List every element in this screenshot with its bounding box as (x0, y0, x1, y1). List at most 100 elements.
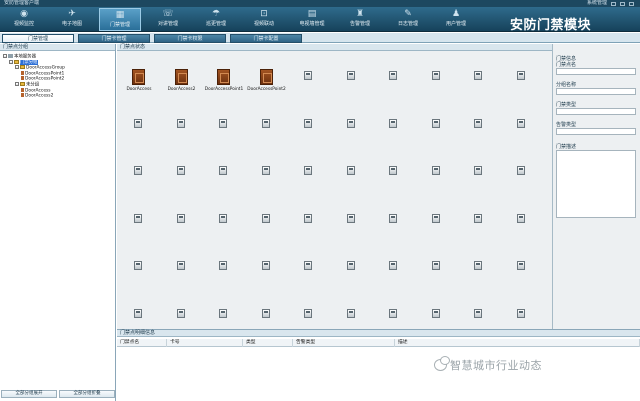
door-type-field[interactable] (556, 108, 636, 115)
column-header[interactable]: 类型 (243, 339, 293, 347)
empty-slot[interactable] (502, 67, 542, 97)
empty-slot[interactable] (247, 162, 287, 192)
empty-slot[interactable] (289, 162, 329, 192)
toolbar-user[interactable]: ♟ 用户管理 (435, 8, 477, 31)
expand-all-button[interactable]: 全部分组展开 (1, 390, 57, 398)
tab-door-management[interactable]: 门禁管理 (2, 34, 74, 43)
column-header[interactable]: 描述 (395, 339, 640, 347)
empty-slot[interactable] (502, 162, 542, 192)
door-description-field[interactable] (556, 150, 636, 218)
device-slot-icon (516, 308, 525, 318)
device-slot-icon (261, 118, 270, 128)
main-toolbar: ◉ 视频监控 ✈ 电子地图 ▦ 门禁管理 ☏ 对讲管理 ☂ 巡更管理 ⊡ 视频联… (0, 7, 640, 33)
toolbar-door-access[interactable]: ▦ 门禁管理 (99, 8, 141, 31)
maximize-button[interactable] (620, 1, 625, 6)
empty-slot[interactable] (374, 162, 414, 192)
device-slot-icon (346, 71, 355, 80)
empty-slot[interactable] (332, 162, 372, 192)
door-point[interactable]: DoorAccess (119, 67, 159, 97)
empty-slot[interactable] (247, 210, 287, 240)
watermark-text: 智慧城市行业动态 (450, 359, 542, 372)
expand-toggle-icon[interactable]: - (15, 65, 19, 70)
empty-slot[interactable] (162, 162, 202, 192)
column-header[interactable]: 门禁点名 (117, 339, 167, 347)
column-header[interactable]: 告警类型 (293, 339, 395, 347)
device-slot-icon (346, 308, 355, 318)
column-header[interactable]: 卡号 (167, 339, 243, 347)
empty-slot[interactable] (459, 67, 499, 97)
tab-card-management[interactable]: 门禁卡管理 (78, 34, 150, 43)
empty-slot[interactable] (417, 67, 457, 97)
toolbar-label: 巡更管理 (205, 21, 226, 27)
empty-slot[interactable] (459, 210, 499, 240)
door-point[interactable]: DoorAccess2 (162, 67, 202, 97)
empty-slot[interactable] (332, 210, 372, 240)
alarm-type-field[interactable] (556, 128, 636, 135)
empty-slot[interactable] (247, 115, 287, 145)
tree-node[interactable]: DoorAccess2 (3, 93, 115, 99)
empty-slot[interactable] (374, 67, 414, 97)
toolbar-alarm[interactable]: ♜ 告警管理 (339, 8, 381, 31)
expand-toggle-icon[interactable]: - (3, 54, 7, 58)
empty-slot[interactable] (417, 115, 457, 145)
tab-card-config[interactable]: 门禁卡配置 (230, 34, 302, 43)
empty-slot[interactable] (417, 162, 457, 192)
empty-slot[interactable] (289, 210, 329, 240)
device-slot-icon (389, 166, 397, 175)
empty-slot[interactable] (502, 115, 542, 145)
toolbar-patrol[interactable]: ☂ 巡更管理 (195, 8, 237, 31)
empty-slot[interactable] (204, 115, 244, 145)
door-point[interactable]: DoorAccessPoint1 (204, 67, 244, 97)
toolbar-video-link[interactable]: ⊡ 视频联动 (243, 8, 285, 31)
empty-slot[interactable] (459, 257, 499, 287)
device-slot-icon (389, 308, 397, 318)
empty-slot[interactable] (459, 162, 499, 192)
empty-slot[interactable] (374, 257, 414, 287)
empty-slot[interactable] (289, 67, 329, 97)
toolbar-tv-wall[interactable]: ▤ 电视墙管理 (291, 8, 333, 31)
empty-slot[interactable] (374, 115, 414, 145)
door-point[interactable]: DoorAccessPoint2 (247, 67, 287, 97)
empty-slot[interactable] (204, 162, 244, 192)
group-name-field[interactable] (556, 88, 636, 95)
empty-slot[interactable] (459, 115, 499, 145)
empty-slot[interactable] (162, 115, 202, 145)
empty-slot[interactable] (162, 257, 202, 287)
empty-slot[interactable] (162, 210, 202, 240)
empty-slot[interactable] (502, 257, 542, 287)
empty-slot[interactable] (204, 257, 244, 287)
close-button[interactable] (629, 1, 634, 6)
door-name-field[interactable] (556, 68, 636, 75)
toolbar-intercom[interactable]: ☏ 对讲管理 (147, 8, 189, 31)
toolbar-video-monitor[interactable]: ◉ 视频监控 (3, 8, 45, 31)
empty-slot[interactable] (289, 115, 329, 145)
empty-slot[interactable] (332, 257, 372, 287)
empty-slot[interactable] (119, 257, 159, 287)
empty-slot[interactable] (119, 210, 159, 240)
device-slot-icon (261, 308, 270, 318)
minimize-button[interactable] (611, 1, 616, 6)
empty-slot[interactable] (502, 210, 542, 240)
expand-toggle-icon[interactable]: - (15, 81, 19, 86)
toolbar-e-map[interactable]: ✈ 电子地图 (51, 8, 93, 31)
device-slot-icon (389, 71, 397, 80)
empty-slot[interactable] (417, 210, 457, 240)
door-status-grid: DoorAccess DoorAccess2 DoorAccessPoint1 Doo… (117, 51, 552, 328)
empty-slot[interactable] (374, 210, 414, 240)
collapse-all-button[interactable]: 全部分组折叠 (59, 390, 115, 398)
system-menu-label[interactable]: 系统管理 (587, 0, 607, 7)
tab-card-permission[interactable]: 门禁卡权限 (154, 34, 226, 43)
device-slot-icon (176, 166, 185, 175)
empty-slot[interactable] (417, 257, 457, 287)
empty-slot[interactable] (119, 162, 159, 192)
empty-slot[interactable] (332, 67, 372, 97)
expand-toggle-icon[interactable]: - (9, 59, 13, 64)
empty-slot[interactable] (204, 210, 244, 240)
empty-slot[interactable] (289, 257, 329, 287)
empty-slot[interactable] (247, 257, 287, 287)
toolbar-log[interactable]: ✎ 日志管理 (387, 8, 429, 31)
device-slot-icon (474, 166, 482, 175)
empty-slot[interactable] (332, 115, 372, 145)
empty-slot[interactable] (119, 115, 159, 145)
device-slot-icon (219, 261, 227, 270)
